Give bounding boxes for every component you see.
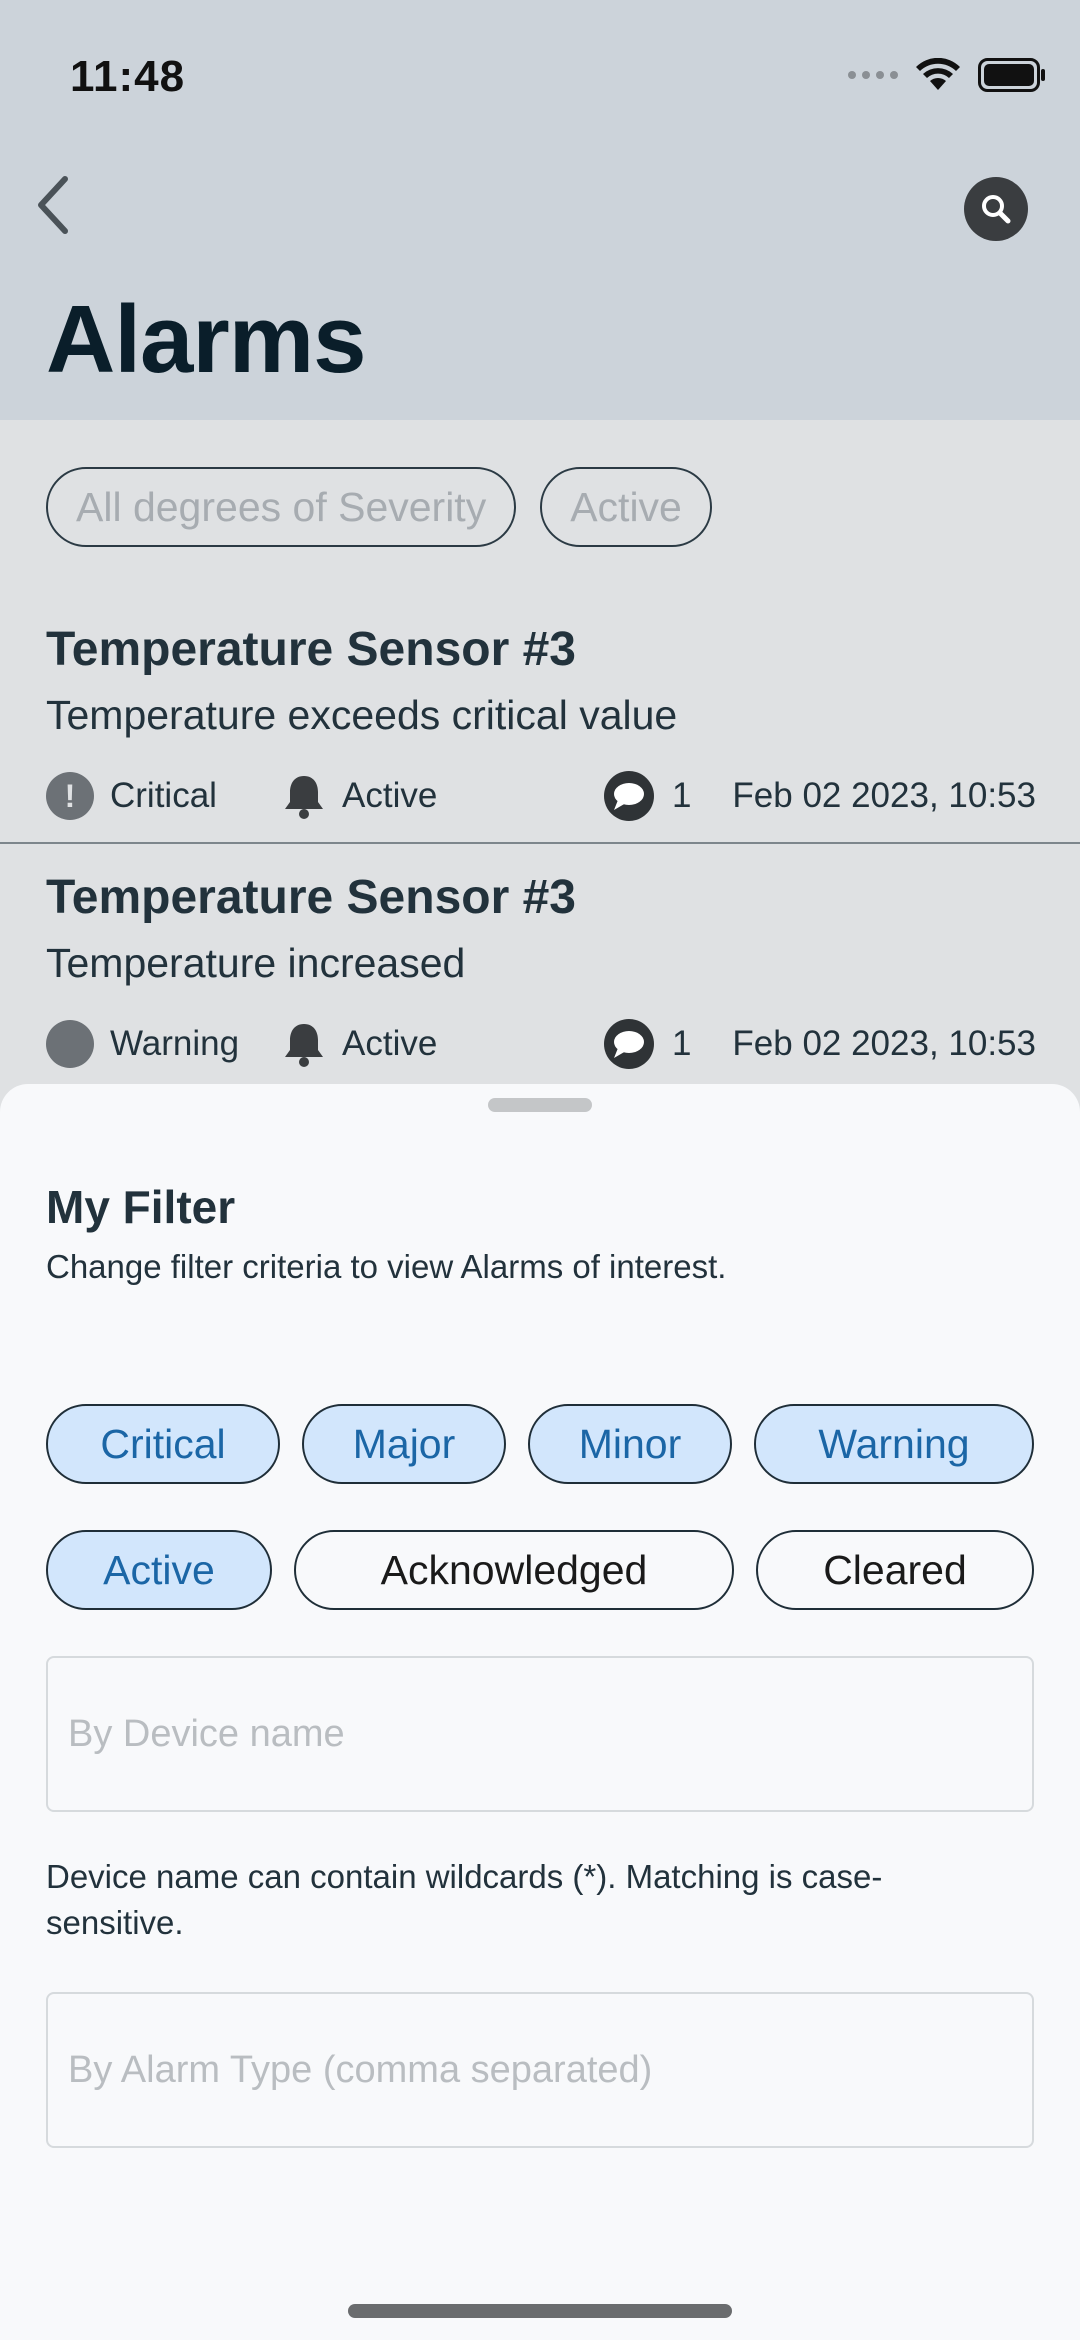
status-filter-chip[interactable]: Active <box>540 467 712 547</box>
alarm-status: Active <box>282 1014 437 1074</box>
comment-icon <box>604 1019 654 1069</box>
back-button[interactable] <box>18 170 88 240</box>
critical-severity-icon: ! <box>46 772 94 820</box>
search-icon <box>982 195 1011 224</box>
status-time: 11:48 <box>70 52 186 101</box>
search-button[interactable] <box>964 177 1028 241</box>
sheet-subtitle: Change filter criteria to view Alarms of… <box>46 1248 727 1285</box>
alarm-severity: ! Critical <box>46 766 217 826</box>
severity-chip-minor[interactable]: Minor <box>528 1404 732 1484</box>
alarm-description: Temperature exceeds critical value <box>46 692 678 738</box>
severity-chip-major[interactable]: Major <box>302 1404 506 1484</box>
status-label: Active <box>342 1024 438 1063</box>
status-label: Active <box>342 776 438 815</box>
alarm-device-name: Temperature Sensor #3 <box>46 623 576 676</box>
sheet-grabber[interactable] <box>488 1098 592 1112</box>
cellular-signal-icon <box>848 71 898 79</box>
alarm-type-input[interactable] <box>46 1992 1034 2148</box>
device-name-hint: Device name can contain wildcards (*). M… <box>46 1858 883 1941</box>
comment-icon <box>604 771 654 821</box>
alarm-list-item[interactable]: Temperature Sensor #3 Temperature increa… <box>0 848 1080 1108</box>
active-filter-chips: All degrees of Severity Active <box>46 467 712 547</box>
warning-severity-icon <box>46 1020 94 1068</box>
alarm-severity: Warning <box>46 1014 239 1074</box>
alarm-list-item[interactable]: Temperature Sensor #3 Temperature exceed… <box>0 600 1080 844</box>
severity-filter-chip[interactable]: All degrees of Severity <box>46 467 517 547</box>
wifi-icon <box>916 58 960 90</box>
status-chip-active[interactable]: Active <box>46 1530 272 1610</box>
page-title: Alarms <box>46 286 366 393</box>
severity-chip-warning[interactable]: Warning <box>754 1404 1034 1484</box>
alarm-time: Feb 02 2023, 10:53 <box>732 1024 1036 1063</box>
alarm-meta: ! Critical Active 1 Feb 02 2023, 10:53 <box>46 766 1036 826</box>
alarm-description: Temperature increased <box>46 940 466 986</box>
severity-label: Warning <box>110 1024 240 1063</box>
sheet-title: My Filter <box>46 1181 236 1233</box>
severity-chip-critical[interactable]: Critical <box>46 1404 280 1484</box>
alarm-comments: 1 <box>602 766 691 826</box>
battery-icon <box>978 58 1045 92</box>
status-icons <box>848 58 1046 92</box>
device-name-input[interactable] <box>46 1656 1034 1812</box>
alarm-status: Active <box>282 766 437 826</box>
alarm-time: Feb 02 2023, 10:53 <box>732 776 1036 815</box>
alarm-meta: Warning Active 1 Feb 02 2023, 10:53 <box>46 1014 1036 1074</box>
bell-icon <box>285 776 323 819</box>
comment-count: 1 <box>672 776 692 815</box>
bell-icon <box>285 1024 323 1067</box>
severity-label: Critical <box>110 776 217 815</box>
home-indicator <box>348 2304 732 2318</box>
status-chip-cleared[interactable]: Cleared <box>756 1530 1034 1610</box>
alarm-device-name: Temperature Sensor #3 <box>46 871 576 924</box>
status-chip-acknowledged[interactable]: Acknowledged <box>294 1530 734 1610</box>
comment-count: 1 <box>672 1024 692 1063</box>
filter-bottom-sheet: My Filter Change filter criteria to view… <box>0 1084 1080 2340</box>
app-header: 11:48 Alarms <box>0 0 1080 420</box>
chevron-left-icon <box>38 176 68 234</box>
alarm-comments: 1 <box>602 1014 691 1074</box>
